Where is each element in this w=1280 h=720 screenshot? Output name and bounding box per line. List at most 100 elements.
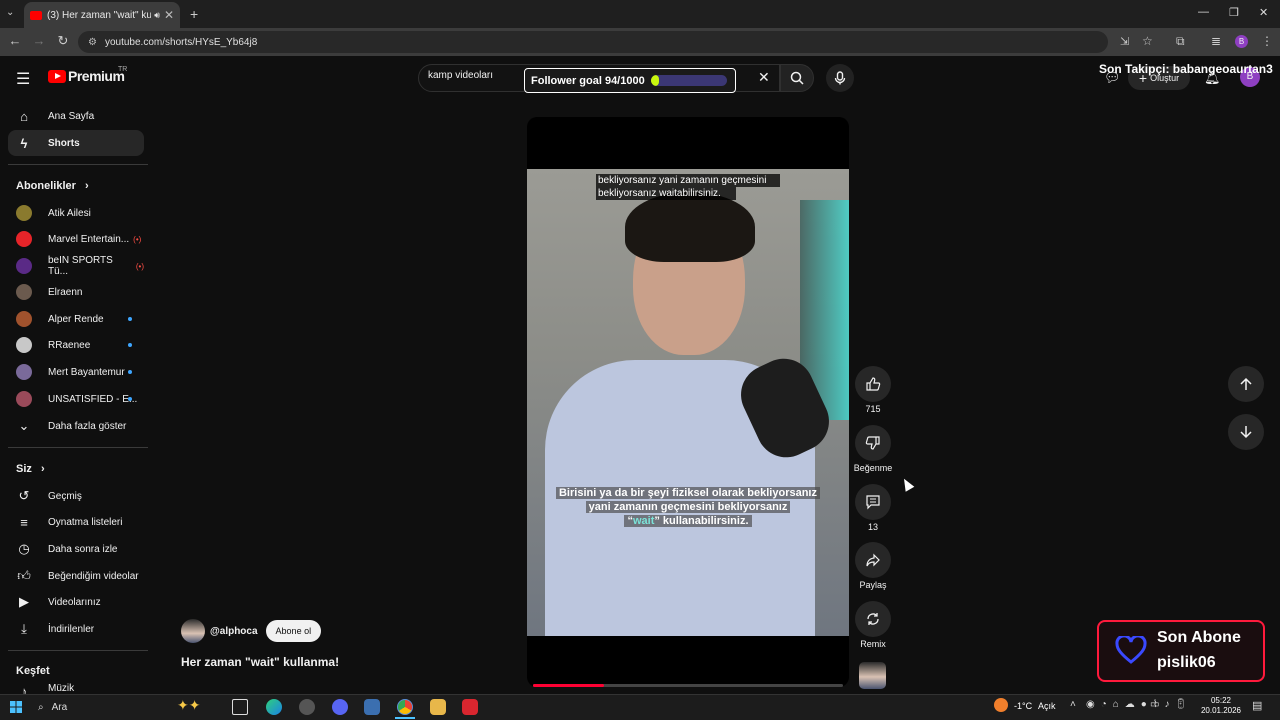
reload-button[interactable]: ↻ [55,33,71,49]
share-button[interactable] [855,542,891,578]
youtube-favicon-icon [30,10,42,20]
tray-chevron-up-icon[interactable]: ˄ [1070,699,1076,710]
subscription-item[interactable]: UNSATISFIED - E... [8,386,144,412]
subscription-name: beIN SPORTS Tü... [48,255,113,277]
subscriptions-header[interactable]: Abonelikler › [16,180,89,192]
thumbs-down-icon [865,436,880,450]
sidebar-item-label: Shorts [48,137,80,149]
edge-browser-icon[interactable] [266,699,282,715]
channel-avatar [16,258,32,274]
like-button[interactable] [855,366,891,402]
profile-avatar[interactable]: B [1235,35,1248,48]
browser-tab[interactable]: (3) Her zaman "wait" kullan 🔊︎ ✕ [24,2,180,28]
search-button[interactable] [780,64,814,92]
share-icon [866,553,880,567]
back-button[interactable]: ← [7,33,23,48]
sidebar-item-home[interactable]: ⌂ Ana Sayfa [8,103,144,129]
tab-search-icon[interactable]: ⌄ [6,7,14,18]
sidebar-item-label: Beğendiğim videolar [48,570,139,582]
media-control-icon[interactable]: ≣ [1211,34,1221,48]
obs-icon[interactable] [299,699,315,715]
copilot-sparkle-icon[interactable]: ✦✦ [177,697,200,714]
clock-date: 20.01.2026 [1200,706,1242,715]
browser-menu-icon[interactable]: ⋮ [1261,34,1273,48]
live-indicator-icon: (•) [133,234,142,244]
new-content-dot [128,370,132,374]
subscription-item[interactable]: RRaenee [8,332,144,358]
subscription-item[interactable]: beIN SPORTS Tü... (•) [8,253,144,279]
subscription-item[interactable]: Alper Rende [8,306,144,332]
channel-avatar [16,231,32,247]
chrome-icon[interactable] [397,699,413,715]
sidebar-item-downloads[interactable]: ⤓ İndirilenler [8,616,144,642]
follower-goal-overlay: Follower goal 94/1000 [524,68,736,93]
heart-icon [1115,634,1147,669]
dislike-label: Beğenme [853,463,893,473]
sidebar-item-playlists[interactable]: ≡ Oynatma listeleri [8,509,144,535]
weather-desc[interactable]: Açık [1038,701,1056,711]
subscribe-button[interactable]: Abone ol [265,620,322,642]
notification-center-icon[interactable]: ▤ [1252,699,1262,712]
music-icon: ♪ [20,683,28,695]
short-title[interactable]: Her zaman "wait" kullanma! [181,655,339,669]
home-icon: ⌂ [20,108,28,124]
sidebar-item-history[interactable]: ↺ Geçmiş [8,483,144,509]
remix-button[interactable] [855,601,891,637]
channel-avatar[interactable] [181,619,205,643]
task-view-icon[interactable] [232,699,248,715]
sound-thumbnail[interactable] [859,662,886,689]
sidebar-item-music[interactable]: ♪ Müzik [8,683,144,694]
address-bar[interactable]: ⚙︎ youtube.com/shorts/HYsE_Yb64j8 [78,31,1108,53]
remix-icon [867,613,879,625]
clock-icon: ◷ [18,541,30,556]
clear-search-icon[interactable]: ✕ [758,69,770,86]
restore-button[interactable]: ❐ [1229,6,1239,19]
live-indicator-icon: (•) [135,261,144,271]
forward-button[interactable]: → [31,33,47,48]
caption-highlight-word: wait [632,515,655,527]
you-header[interactable]: Siz › [16,463,45,475]
weather-icon [994,698,1008,712]
subscription-item[interactable]: Mert Bayantemur [8,359,144,385]
channel-name[interactable]: @alphoca [210,626,258,637]
window-close-button[interactable]: ✕ [1259,6,1268,19]
arrow-down-icon [1240,426,1252,439]
sidebar-item-liked-videos[interactable]: 👍︎ Beğendiğim videolar [8,563,144,589]
app-icon[interactable] [364,699,380,715]
minimize-button[interactable]: — [1198,6,1209,18]
comments-button[interactable] [855,484,891,520]
subscription-item[interactable]: Marvel Entertain... (•) [8,226,144,252]
file-explorer-icon[interactable] [430,699,446,715]
sidebar-item-watch-later[interactable]: ◷ Daha sonra izle [8,536,144,562]
sidebar-item-shorts[interactable]: ϟ Shorts [8,130,144,156]
sidebar-item-label: İndirilenler [48,623,95,635]
windows-start-icon[interactable] [10,700,22,713]
sidebar-item-your-videos[interactable]: ▶︎ Videolarınız [8,589,144,615]
sidebar-item-label: Daha sonra izle [48,543,118,555]
share-label: Paylaş [859,580,887,590]
subscription-item[interactable]: Atik Ailesi [8,200,144,226]
new-tab-button[interactable]: + [190,6,198,22]
caption-bottom-line-3: ” kullanabilirsiniz. [654,515,749,527]
red-app-icon[interactable] [462,699,478,715]
weather-temp[interactable]: -1°C [1014,701,1032,711]
taskbar-search[interactable]: ⌕ Ara [30,697,170,717]
show-more-button[interactable]: ⌄ Daha fazla göster [8,413,144,439]
taskbar-clock[interactable]: 05:22 20.01.2026 [1196,696,1246,716]
channel-info: @alphoca Abone ol [181,619,322,643]
next-short-button[interactable] [1228,414,1264,450]
system-tray-icons[interactable]: ▭♪🔋︎ [1150,699,1192,710]
install-app-icon[interactable]: ⇲ [1120,35,1129,48]
dislike-button[interactable] [855,425,891,461]
subscription-item[interactable]: Elraenn [8,279,144,305]
tab-close-icon[interactable]: ✕ [164,8,174,22]
discord-icon[interactable] [332,699,348,715]
site-info-icon[interactable]: ⚙︎ [88,37,97,48]
voice-search-button[interactable] [826,64,854,92]
extensions-icon[interactable]: ⧉ [1176,34,1185,49]
presenter-hair [625,192,755,262]
active-app-indicator [395,717,415,719]
bookmark-star-icon[interactable]: ☆ [1142,34,1153,48]
previous-short-button[interactable] [1228,366,1264,402]
caption-top-line-1: bekliyorsanız yani zamanın geçmesini [596,174,780,187]
